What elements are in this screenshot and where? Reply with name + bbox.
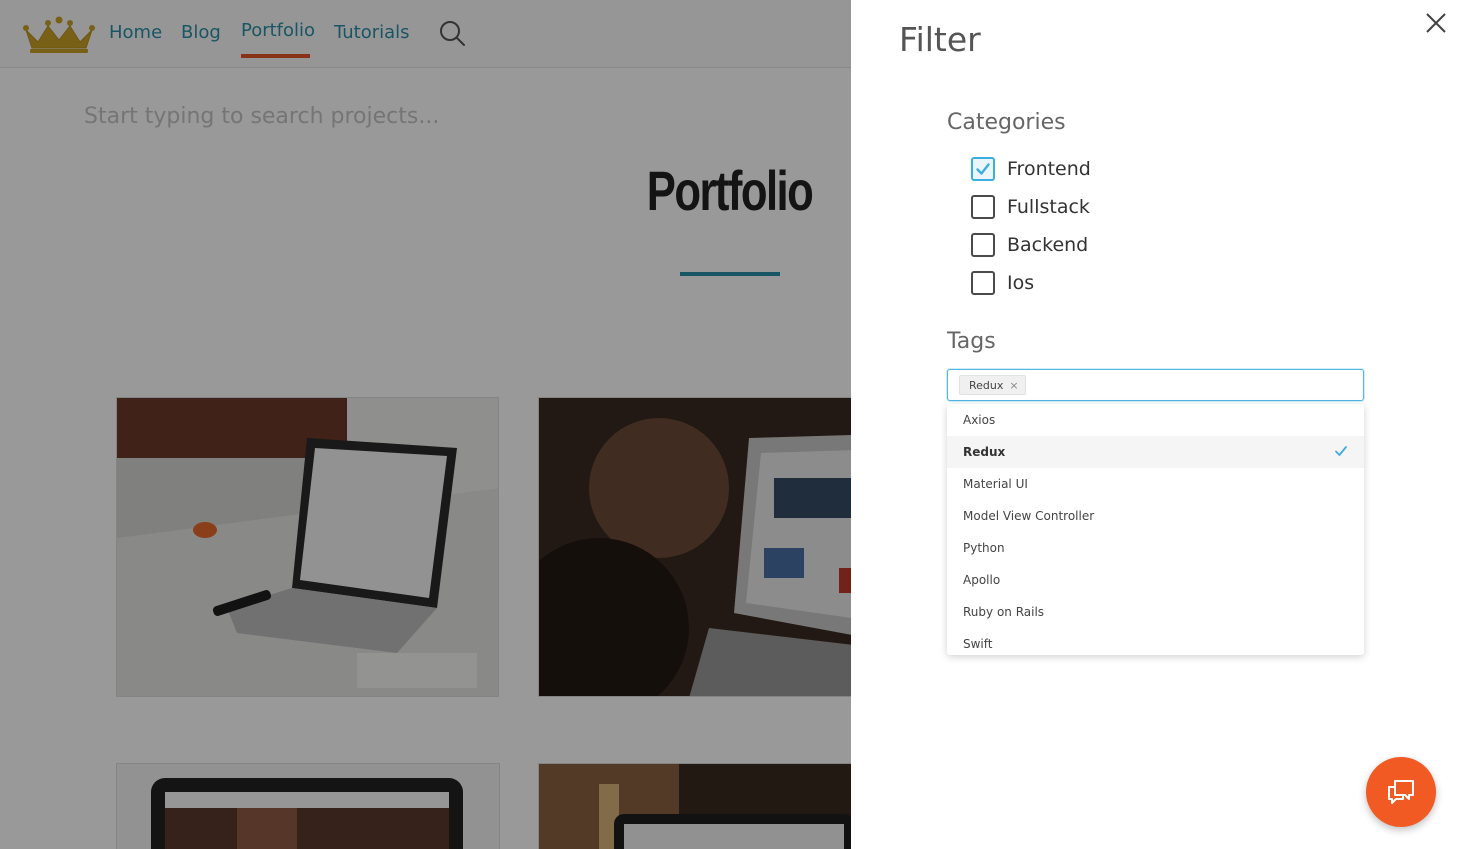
category-frontend[interactable]: Frontend: [971, 155, 1091, 183]
category-label: Ios: [1007, 272, 1035, 294]
remove-tag-icon[interactable]: ×: [1009, 379, 1018, 392]
tag-option-apollo[interactable]: Apollo: [947, 564, 1364, 596]
categories-heading: Categories: [947, 110, 1066, 135]
category-label: Backend: [1007, 234, 1089, 256]
checkbox-checked[interactable]: [971, 157, 995, 181]
selected-tag-chip: Redux ×: [959, 375, 1026, 395]
category-backend[interactable]: Backend: [971, 231, 1088, 259]
tag-option-swift[interactable]: Swift: [947, 628, 1364, 655]
chat-button[interactable]: [1366, 757, 1436, 827]
check-icon: [1335, 446, 1347, 456]
tag-option-material-ui[interactable]: Material UI: [947, 468, 1364, 500]
tag-chip-label: Redux: [969, 378, 1004, 392]
category-ios[interactable]: Ios: [971, 269, 1034, 297]
tags-heading: Tags: [947, 329, 996, 354]
category-label: Frontend: [1007, 158, 1091, 180]
tags-input[interactable]: Redux ×: [947, 369, 1364, 401]
tags-dropdown[interactable]: Axios Redux Material UI Model View Contr…: [947, 404, 1364, 655]
tag-option-redux[interactable]: Redux: [947, 436, 1364, 468]
tag-option-model-view-controller[interactable]: Model View Controller: [947, 500, 1364, 532]
filter-title: Filter: [899, 20, 981, 59]
category-label: Fullstack: [1007, 196, 1090, 218]
tag-option-axios[interactable]: Axios: [947, 404, 1364, 436]
category-fullstack[interactable]: Fullstack: [971, 193, 1090, 221]
checkbox-unchecked[interactable]: [971, 271, 995, 295]
checkbox-unchecked[interactable]: [971, 195, 995, 219]
checkbox-unchecked[interactable]: [971, 233, 995, 257]
check-icon: [976, 163, 990, 175]
close-icon[interactable]: [1423, 10, 1449, 36]
filter-drawer: Filter Categories Frontend Fullstack Bac…: [851, 0, 1459, 849]
tag-option-python[interactable]: Python: [947, 532, 1364, 564]
chat-icon: [1388, 780, 1414, 804]
tag-option-label: Redux: [963, 445, 1006, 459]
tag-option-ruby-on-rails[interactable]: Ruby on Rails: [947, 596, 1364, 628]
